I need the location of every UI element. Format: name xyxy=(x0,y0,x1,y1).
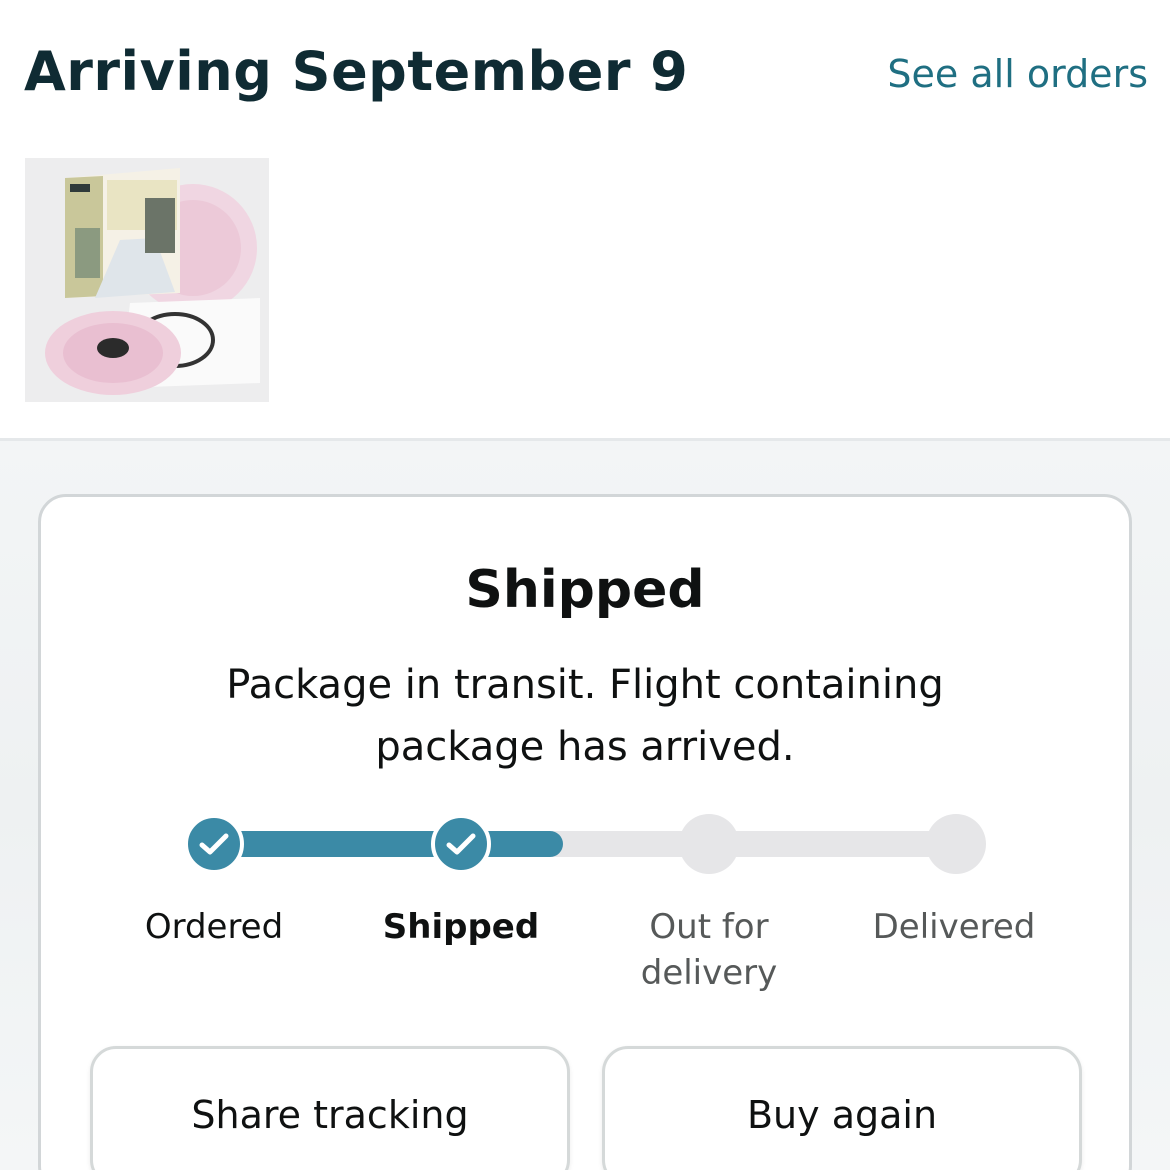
see-all-orders-link[interactable]: See all orders xyxy=(887,52,1148,96)
status-description: Package in transit. Flight containing pa… xyxy=(226,662,944,770)
product-image[interactable] xyxy=(25,158,269,402)
step-label-delivered: Delivered xyxy=(872,907,1036,947)
buy-again-button[interactable]: Buy again xyxy=(602,1046,1082,1170)
step-label-ordered: Ordered xyxy=(144,907,284,947)
step-delivered-dot xyxy=(926,814,986,874)
step-ordered-check-icon xyxy=(184,814,244,874)
progress-fill xyxy=(214,831,563,857)
page-title: Arriving September 9 xyxy=(24,40,689,103)
step-out-for-delivery-dot xyxy=(679,814,739,874)
status-title: Shipped xyxy=(465,560,705,620)
step-label-out-for-delivery: Out for delivery xyxy=(640,907,778,993)
step-label-shipped: Shipped xyxy=(382,907,540,947)
vinyl-record-image xyxy=(25,158,269,402)
share-tracking-button[interactable]: Share tracking xyxy=(90,1046,570,1170)
step-shipped-check-icon xyxy=(431,814,491,874)
